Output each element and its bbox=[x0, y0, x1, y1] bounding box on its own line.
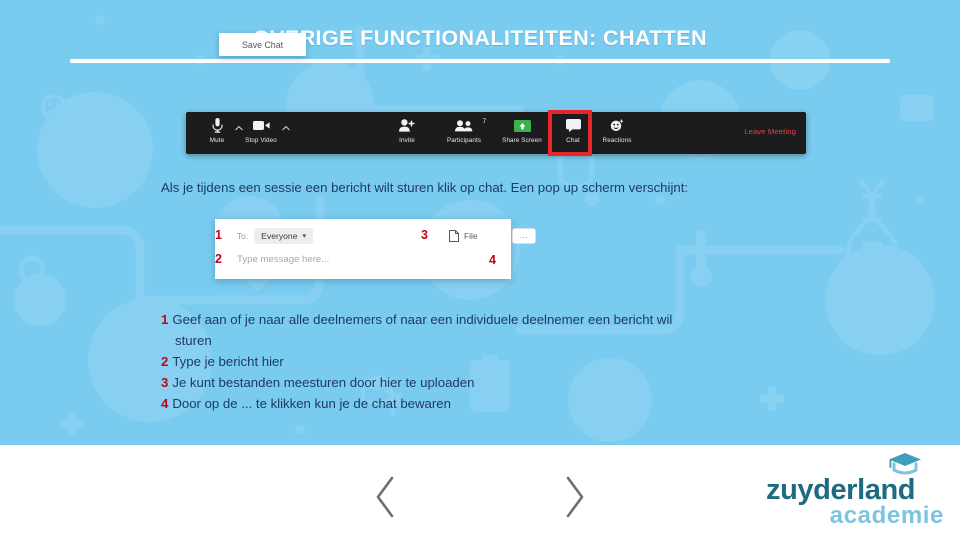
previous-slide-button[interactable] bbox=[368, 472, 402, 522]
legend-item-2: 2 Type je bericht hier bbox=[161, 351, 881, 372]
legend-number-1: 1 bbox=[161, 312, 169, 327]
chat-popup-panel: To: Everyone ▾ Type message here... File… bbox=[215, 219, 536, 279]
toolbar-stop-video-label: Stop Video bbox=[245, 137, 277, 144]
legend-number-4: 4 bbox=[161, 396, 169, 411]
callout-marker-3: 3 bbox=[421, 228, 428, 242]
legend-text-2: Type je bericht hier bbox=[172, 354, 284, 369]
toolbar-participants-label: Participants bbox=[446, 137, 482, 144]
legend-number-2: 2 bbox=[161, 354, 169, 369]
chat-message-input[interactable]: Type message here... bbox=[237, 254, 329, 265]
toolbar-reactions-button[interactable]: Reactions bbox=[594, 117, 640, 144]
toolbar-invite-button[interactable]: Invite bbox=[384, 117, 430, 144]
chat-to-label: To: bbox=[237, 231, 249, 241]
zoom-toolbar: Mute Stop Video Invite 7 Participants Sh… bbox=[186, 112, 806, 154]
invite-person-add-icon bbox=[384, 117, 430, 134]
title-divider bbox=[70, 59, 890, 63]
legend-text-1: Geef aan of je naar alle deelnemers of n… bbox=[172, 312, 673, 327]
video-camera-icon bbox=[238, 117, 284, 134]
callout-marker-1: 1 bbox=[215, 228, 222, 242]
slide-canvas: OVERIGE FUNCTIONALITEITEN: CHATTEN Mute bbox=[0, 0, 960, 540]
legend-text-3: Je kunt bestanden meesturen door hier te… bbox=[172, 375, 475, 390]
chat-recipient-row: To: Everyone ▾ bbox=[237, 228, 313, 244]
file-document-icon bbox=[449, 230, 459, 242]
legend-list: 1 Geef aan of je naar alle deelnemers of … bbox=[161, 309, 881, 414]
intro-paragraph: Als je tijdens een sessie een bericht wi… bbox=[161, 180, 689, 195]
toolbar-reactions-label: Reactions bbox=[602, 137, 632, 144]
share-screen-icon bbox=[494, 117, 550, 134]
legend-item-1-continuation: sturen bbox=[175, 333, 212, 348]
participants-count-badge: 7 bbox=[482, 119, 486, 125]
chat-button-highlight-box bbox=[548, 110, 592, 156]
reactions-smiley-icon bbox=[594, 117, 640, 134]
legend-item-4: 4 Door op de ... te klikken kun je de cha… bbox=[161, 393, 881, 414]
legend-item-3: 3 Je kunt bestanden meesturen door hier t… bbox=[161, 372, 881, 393]
toolbar-invite-label: Invite bbox=[399, 137, 415, 144]
save-chat-menu-item[interactable]: Save Chat bbox=[219, 33, 306, 56]
toolbar-share-screen-button[interactable]: Share Screen bbox=[494, 117, 550, 144]
chevron-down-icon: ▾ bbox=[302, 232, 306, 240]
callout-marker-4: 4 bbox=[489, 253, 496, 267]
video-options-caret-icon[interactable] bbox=[281, 124, 291, 134]
legend-text-4: Door op de ... te klikken kun je de chat… bbox=[172, 396, 451, 411]
chat-recipient-select[interactable]: Everyone ▾ bbox=[254, 228, 313, 244]
logo-secondary-text: academie bbox=[829, 502, 944, 529]
zuyderland-academie-logo: zuyderland academie bbox=[766, 452, 944, 530]
legend-number-3: 3 bbox=[161, 375, 169, 390]
toolbar-share-screen-label: Share Screen bbox=[502, 137, 542, 144]
legend-item-1: 1 Geef aan of je naar alle deelnemers of … bbox=[161, 309, 881, 330]
next-slide-button[interactable] bbox=[558, 472, 592, 522]
toolbar-mute-label: Mute bbox=[209, 137, 225, 144]
chat-file-button[interactable]: File bbox=[449, 230, 478, 242]
leave-meeting-button[interactable]: Leave Meeting bbox=[744, 127, 796, 136]
chat-recipient-value: Everyone bbox=[261, 231, 298, 241]
toolbar-stop-video-button[interactable]: Stop Video bbox=[238, 117, 284, 144]
chat-more-options-button[interactable]: ... bbox=[512, 228, 536, 244]
chevron-left-icon bbox=[376, 476, 394, 518]
callout-marker-2: 2 bbox=[215, 252, 222, 266]
toolbar-participants-button[interactable]: 7 Participants bbox=[436, 117, 492, 144]
chevron-right-icon bbox=[566, 476, 584, 518]
chat-file-label: File bbox=[464, 231, 478, 241]
page-title: OVERIGE FUNCTIONALITEITEN: CHATTEN bbox=[253, 26, 707, 50]
